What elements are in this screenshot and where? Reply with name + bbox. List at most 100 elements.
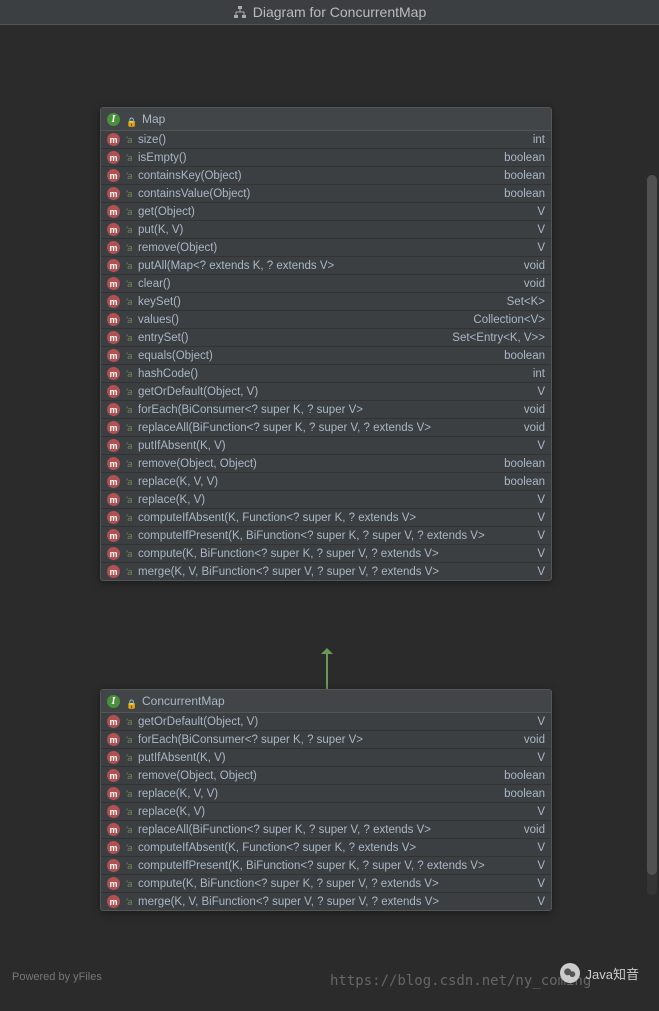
method-row[interactable]: m'areplace(K, V)V: [101, 803, 551, 821]
method-row[interactable]: m'akeySet()Set<K>: [101, 293, 551, 311]
method-return-type: V: [537, 878, 545, 890]
method-icon: m: [107, 151, 120, 164]
method-return-type: Collection<V>: [473, 314, 545, 326]
method-icon: m: [107, 823, 120, 836]
method-row[interactable]: m'ahashCode()int: [101, 365, 551, 383]
method-row[interactable]: m'aputAll(Map<? extends K, ? extends V>v…: [101, 257, 551, 275]
method-row[interactable]: m'acontainsValue(Object)boolean: [101, 185, 551, 203]
method-signature: replace(K, V, V): [138, 788, 492, 800]
abstract-icon: 'a: [124, 405, 134, 415]
abstract-icon: 'a: [124, 549, 134, 559]
class-header[interactable]: IMap: [101, 108, 551, 131]
method-signature: put(K, V): [138, 224, 525, 236]
method-row[interactable]: m'areplace(K, V, V)boolean: [101, 473, 551, 491]
method-return-type: V: [537, 494, 545, 506]
method-signature: remove(Object): [138, 242, 525, 254]
method-return-type: V: [537, 752, 545, 764]
diagram-canvas[interactable]: java.util.Map Powered by yFiles https://…: [0, 25, 659, 1005]
method-icon: m: [107, 733, 120, 746]
method-row[interactable]: m'amerge(K, V, BiFunction<? super V, ? s…: [101, 893, 551, 910]
method-return-type: boolean: [504, 788, 545, 800]
method-row[interactable]: m'aputIfAbsent(K, V)V: [101, 749, 551, 767]
method-return-type: void: [524, 422, 545, 434]
class-header[interactable]: IConcurrentMap: [101, 690, 551, 713]
method-row[interactable]: m'amerge(K, V, BiFunction<? super V, ? s…: [101, 563, 551, 580]
class-box-concurrentmap[interactable]: IConcurrentMapm'agetOrDefault(Object, V)…: [100, 689, 552, 911]
method-icon: m: [107, 529, 120, 542]
abstract-icon: 'a: [124, 843, 134, 853]
method-row[interactable]: m'areplaceAll(BiFunction<? super K, ? su…: [101, 821, 551, 839]
method-return-type: V: [537, 386, 545, 398]
method-row[interactable]: m'agetOrDefault(Object, V)V: [101, 713, 551, 731]
method-return-type: V: [537, 530, 545, 542]
abstract-icon: 'a: [124, 423, 134, 433]
method-row[interactable]: m'acompute(K, BiFunction<? super K, ? su…: [101, 545, 551, 563]
abstract-icon: 'a: [124, 879, 134, 889]
method-row[interactable]: m'aisEmpty()boolean: [101, 149, 551, 167]
method-row[interactable]: m'areplace(K, V)V: [101, 491, 551, 509]
method-icon: m: [107, 295, 120, 308]
interface-icon: I: [107, 695, 120, 708]
method-row[interactable]: m'aremove(Object)V: [101, 239, 551, 257]
method-row[interactable]: m'aclear()void: [101, 275, 551, 293]
method-signature: remove(Object, Object): [138, 770, 492, 782]
method-row[interactable]: m'asize()int: [101, 131, 551, 149]
method-row[interactable]: m'acomputeIfAbsent(K, Function<? super K…: [101, 509, 551, 527]
method-row[interactable]: m 'a put(K, V) V: [101, 221, 551, 239]
method-row[interactable]: m'aequals(Object)boolean: [101, 347, 551, 365]
method-row[interactable]: m'acomputeIfAbsent(K, Function<? super K…: [101, 839, 551, 857]
method-row[interactable]: m'acomputeIfPresent(K, BiFunction<? supe…: [101, 857, 551, 875]
abstract-icon: 'a: [124, 225, 134, 235]
wechat-icon: [560, 963, 580, 983]
class-box-map[interactable]: IMapm'asize()intm'aisEmpty()booleanm'aco…: [100, 107, 552, 581]
method-row[interactable]: m'aentrySet()Set<Entry<K, V>>: [101, 329, 551, 347]
method-icon: m: [107, 349, 120, 362]
method-return-type: V: [537, 224, 545, 236]
method-icon: m: [107, 751, 120, 764]
method-row[interactable]: m'acontainsKey(Object)boolean: [101, 167, 551, 185]
method-row[interactable]: m'aforEach(BiConsumer<? super K, ? super…: [101, 731, 551, 749]
method-signature: entrySet(): [138, 332, 440, 344]
method-icon: m: [107, 241, 120, 254]
method-return-type: int: [533, 134, 545, 146]
method-row[interactable]: m'avalues()Collection<V>: [101, 311, 551, 329]
method-icon: m: [107, 205, 120, 218]
method-icon: m: [107, 895, 120, 908]
method-row[interactable]: m'aremove(Object, Object)boolean: [101, 455, 551, 473]
method-return-type: V: [537, 566, 545, 578]
scrollbar-thumb[interactable]: [647, 175, 657, 875]
titlebar: Diagram for ConcurrentMap: [0, 0, 659, 25]
method-return-type: V: [537, 716, 545, 728]
method-icon: m: [107, 547, 120, 560]
method-signature: forEach(BiConsumer<? super K, ? super V>: [138, 404, 512, 416]
method-return-type: Set<Entry<K, V>>: [452, 332, 545, 344]
method-row[interactable]: m'aremove(Object, Object)boolean: [101, 767, 551, 785]
method-icon: m: [107, 331, 120, 344]
abstract-icon: 'a: [124, 351, 134, 361]
method-row[interactable]: m'areplace(K, V, V)boolean: [101, 785, 551, 803]
abstract-icon: 'a: [124, 735, 134, 745]
method-row[interactable]: m'aget(Object)V: [101, 203, 551, 221]
method-return-type: V: [537, 548, 545, 560]
method-icon: m: [107, 313, 120, 326]
method-signature: putIfAbsent(K, V): [138, 752, 525, 764]
method-signature: putIfAbsent(K, V): [138, 440, 525, 452]
method-return-type: V: [537, 206, 545, 218]
method-return-type: void: [524, 824, 545, 836]
method-icon: m: [107, 859, 120, 872]
method-return-type: int: [533, 368, 545, 380]
method-row[interactable]: m'areplaceAll(BiFunction<? super K, ? su…: [101, 419, 551, 437]
method-return-type: void: [524, 260, 545, 272]
method-row[interactable]: m'agetOrDefault(Object, V)V: [101, 383, 551, 401]
method-row[interactable]: m'aputIfAbsent(K, V)V: [101, 437, 551, 455]
abstract-icon: 'a: [124, 531, 134, 541]
method-row[interactable]: m'acomputeIfPresent(K, BiFunction<? supe…: [101, 527, 551, 545]
abstract-icon: 'a: [124, 495, 134, 505]
method-row[interactable]: m'acompute(K, BiFunction<? super K, ? su…: [101, 875, 551, 893]
method-icon: m: [107, 223, 120, 236]
abstract-icon: 'a: [124, 243, 134, 253]
method-signature: get(Object): [138, 206, 525, 218]
method-row[interactable]: m'aforEach(BiConsumer<? super K, ? super…: [101, 401, 551, 419]
method-signature: values(): [138, 314, 461, 326]
lock-icon: [126, 114, 136, 124]
